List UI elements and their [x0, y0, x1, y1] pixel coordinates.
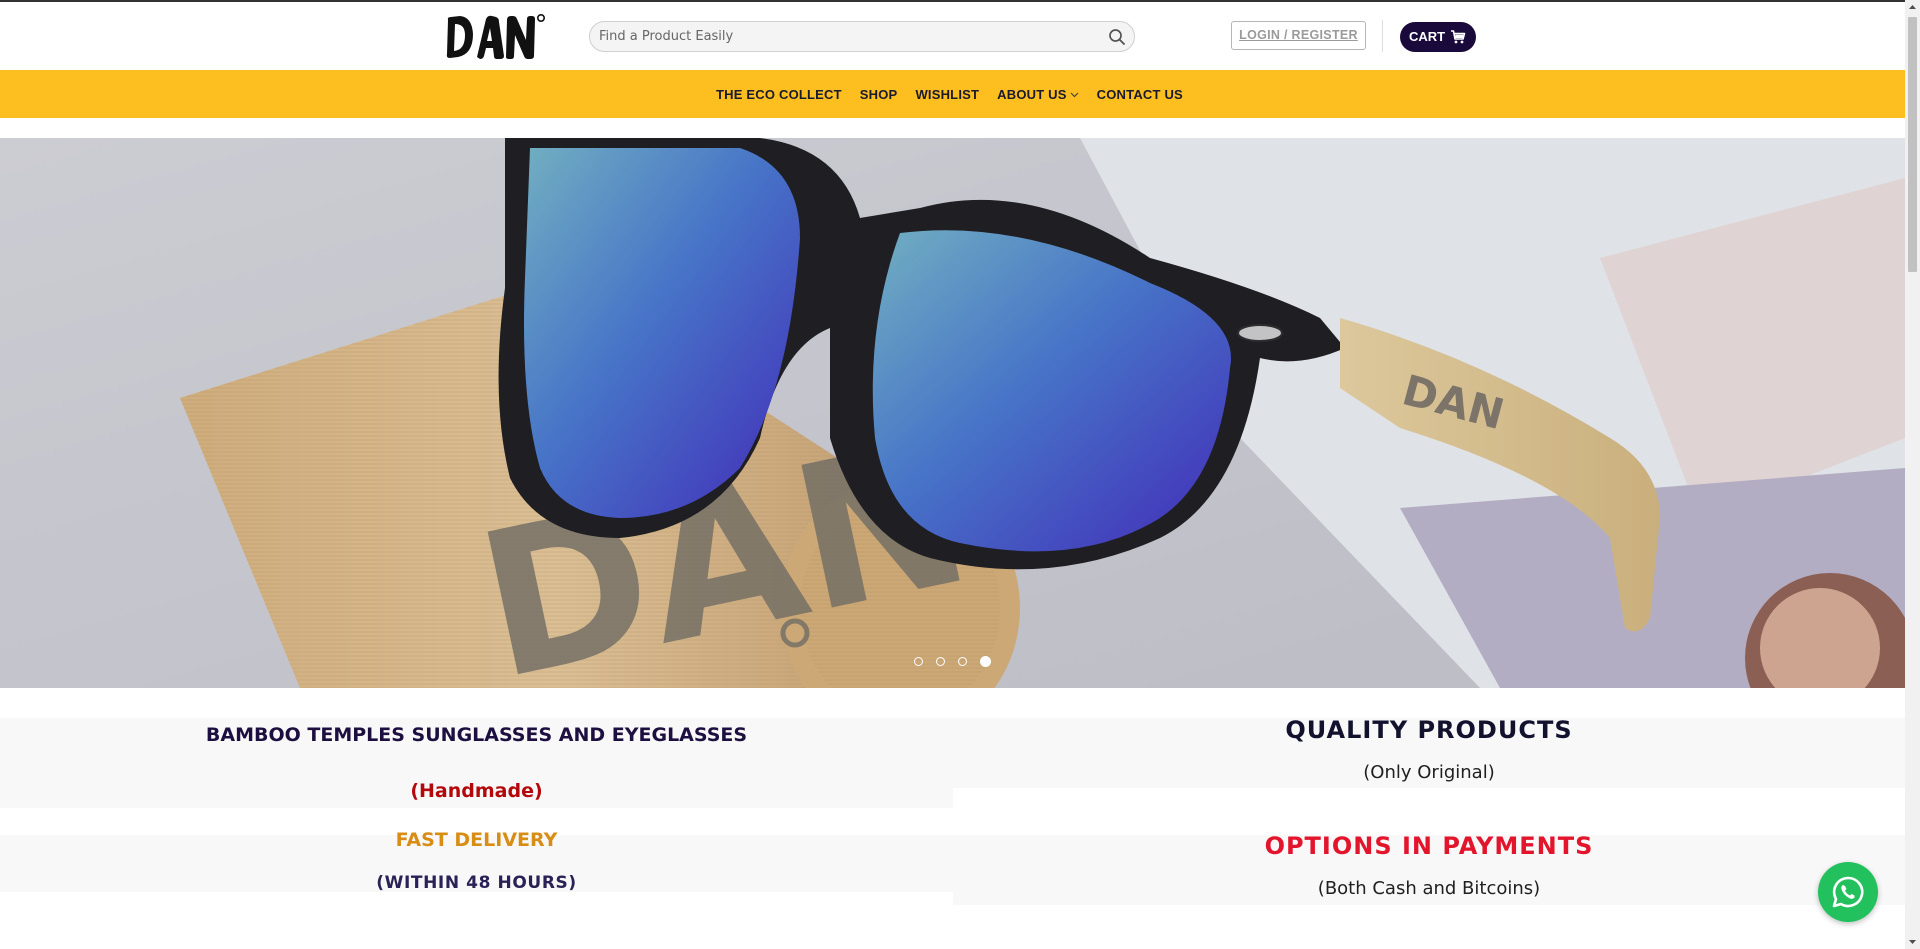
- slider-dot-1[interactable]: [914, 657, 923, 666]
- cart-button[interactable]: CART: [1400, 22, 1476, 52]
- page-scrollbar[interactable]: [1905, 0, 1920, 949]
- nav-item-label: SHOP: [859, 86, 898, 102]
- nav-item-label: WISHLIST: [915, 86, 980, 102]
- slider-dot-3[interactable]: [958, 657, 967, 666]
- feature-payments-subtitle: (Both Cash and Bitcoins): [1317, 878, 1541, 899]
- dan-logo-icon: [446, 14, 546, 60]
- feature-payments-title: OPTIONS IN PAYMENTS: [1264, 832, 1594, 860]
- scroll-down-icon[interactable]: [1905, 934, 1920, 949]
- header-divider: [1382, 20, 1383, 52]
- whatsapp-button[interactable]: [1818, 862, 1878, 922]
- login-register-button[interactable]: LOGIN / REGISTER: [1231, 21, 1366, 50]
- chevron-down-icon: [1070, 92, 1079, 97]
- feature-bamboo-subtitle: (Handmade): [410, 780, 543, 802]
- hero-image: DAN DAN: [0, 138, 1905, 688]
- nav-item-label: ABOUT US: [997, 86, 1067, 102]
- search-box: [589, 21, 1135, 52]
- feature-quality-title: QUALITY PRODUCTS: [1285, 716, 1573, 744]
- cart-label: CART: [1409, 29, 1446, 44]
- nav-item-contact-us[interactable]: CONTACT US: [1097, 87, 1183, 102]
- hero-slider[interactable]: DAN DAN: [0, 138, 1905, 688]
- site-header: LOGIN / REGISTER CART: [0, 2, 1905, 70]
- nav-item-shop[interactable]: SHOP: [860, 87, 898, 102]
- slider-dots: [914, 656, 1004, 667]
- slider-dot-2[interactable]: [936, 657, 945, 666]
- scrollbar-thumb[interactable]: [1908, 17, 1917, 272]
- slider-dot-4[interactable]: [980, 656, 991, 667]
- cart-icon: [1451, 30, 1466, 44]
- nav-item-about-us[interactable]: ABOUT US: [997, 87, 1079, 102]
- whatsapp-icon: [1832, 876, 1864, 908]
- main-nav: THE ECO COLLECT SHOP WISHLIST ABOUT US C…: [0, 70, 1905, 118]
- feature-bamboo-title: BAMBOO TEMPLES SUNGLASSES AND EYEGLASSES: [205, 724, 748, 746]
- nav-item-wishlist[interactable]: WISHLIST: [915, 87, 979, 102]
- nav-item-eco-collect[interactable]: THE ECO COLLECT: [716, 87, 842, 102]
- search-button[interactable]: [1106, 26, 1128, 48]
- search-icon: [1109, 29, 1125, 45]
- nav-item-label: CONTACT US: [1096, 86, 1183, 102]
- nav-item-label: THE ECO COLLECT: [716, 86, 842, 102]
- scroll-up-icon[interactable]: [1905, 0, 1920, 15]
- feature-delivery-subtitle: (WITHIN 48 HOURS): [376, 873, 577, 893]
- site-logo[interactable]: [442, 10, 548, 66]
- search-input[interactable]: [590, 22, 1099, 51]
- feature-delivery-title: FAST DELIVERY: [395, 829, 558, 851]
- feature-quality-subtitle: (Only Original): [1363, 762, 1495, 783]
